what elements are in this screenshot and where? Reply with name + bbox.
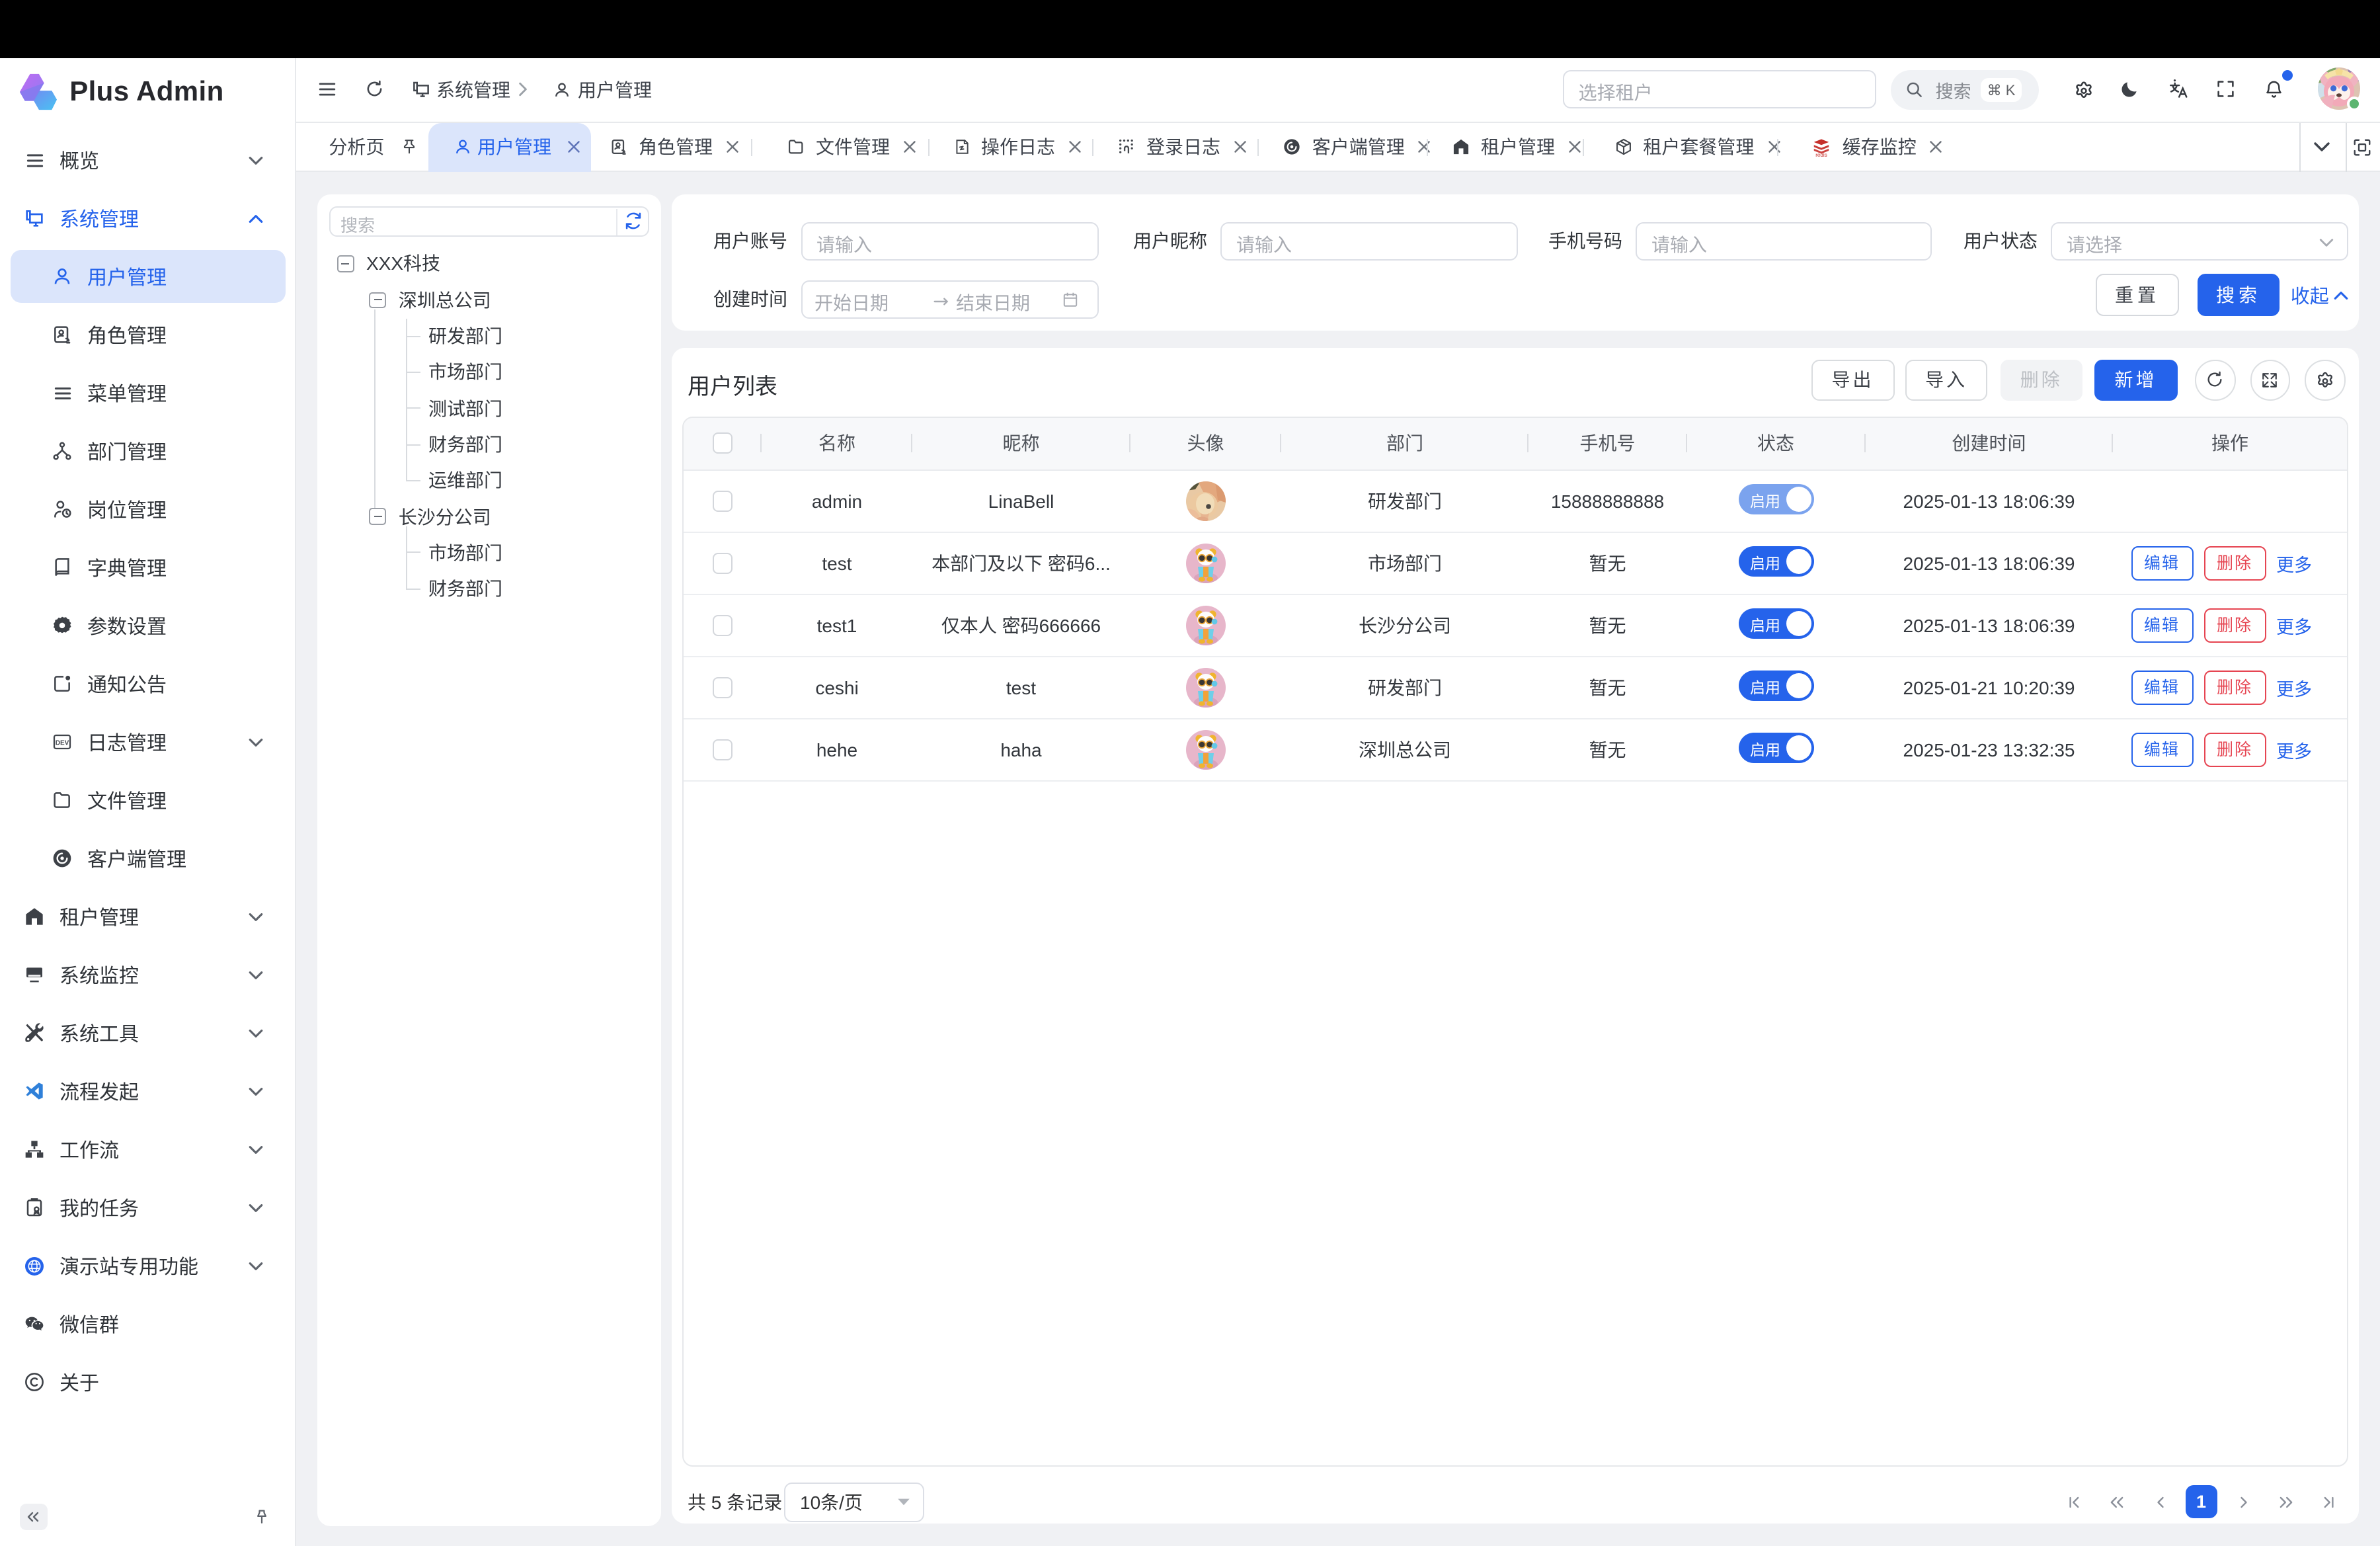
- svg-text:DEV: DEV: [56, 739, 69, 747]
- svg-text:redis: redis: [1816, 151, 1828, 157]
